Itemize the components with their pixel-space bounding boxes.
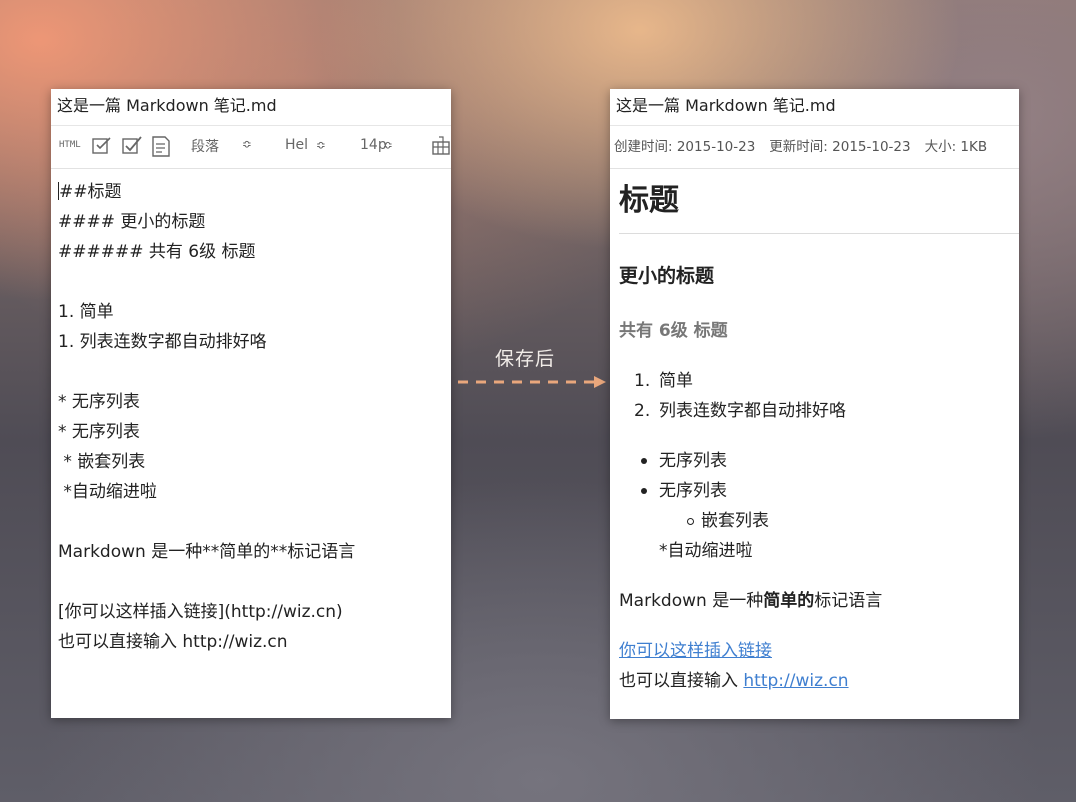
source-line — [58, 357, 451, 387]
editor-title: 这是一篇 Markdown 笔记.md — [51, 89, 451, 126]
file-size: 大小: 1KB — [924, 139, 988, 155]
preview-edit-icon[interactable] — [91, 135, 113, 161]
list-item: 无序列表 — [619, 476, 1019, 506]
note-meta-bar: 创建时间: 2015-10-23 更新时间: 2015-10-23 大小: 1KB — [610, 126, 1019, 169]
heading-h4: 更小的标题 — [619, 265, 715, 287]
text-caret — [58, 182, 59, 200]
inserted-link[interactable]: 你可以这样插入链接 — [619, 641, 772, 661]
source-line: #### 更小的标题 — [58, 212, 206, 232]
font-family-select[interactable]: Hel — [285, 137, 308, 153]
source-line — [58, 507, 451, 537]
bullet-icon — [641, 458, 647, 464]
unordered-list: 无序列表 无序列表 嵌套列表 *自动缩进啦 — [619, 446, 1019, 566]
paragraph-chevron-icon[interactable]: ≎ — [242, 137, 252, 151]
bold-text: 简单的 — [763, 591, 815, 611]
size-chevron-icon[interactable]: ≎ — [383, 138, 393, 152]
preview-title: 这是一篇 Markdown 笔记.md — [610, 89, 1019, 126]
nested-list-item: 嵌套列表 — [619, 506, 1019, 536]
link-paragraph: 你可以这样插入链接 — [619, 636, 1019, 666]
arrow-right-icon — [458, 376, 606, 388]
hollow-bullet-icon — [687, 518, 694, 525]
markdown-source-text[interactable]: ##标题 #### 更小的标题 ###### 共有 6级 标题 1. 简单 1. 列表连… — [51, 169, 451, 657]
updated-time: 更新时间: 2015-10-23 — [769, 139, 911, 155]
source-line: ###### 共有 6级 标题 — [58, 242, 256, 262]
source-line: * 无序列表 — [58, 392, 140, 412]
source-line: * 无序列表 — [58, 422, 140, 442]
list-item: 1. 简单 — [634, 371, 693, 391]
source-line: 1. 列表连数字都自动排好咯 — [58, 332, 267, 352]
ordered-list: 1. 简单 2. 列表连数字都自动排好咯 — [619, 366, 1019, 426]
source-line: ##标题 — [58, 182, 122, 202]
markdown-editor-window: 这是一篇 Markdown 笔记.md HTML 段落 ≎ Hel ≎ 14p … — [51, 89, 451, 718]
nested-plain-text: *自动缩进啦 — [659, 541, 753, 561]
source-line: Markdown 是一种**简单的**标记语言 — [58, 542, 356, 562]
font-chevron-icon[interactable]: ≎ — [316, 138, 326, 152]
table-icon[interactable] — [431, 134, 451, 162]
editor-toolbar: HTML 段落 ≎ Hel ≎ 14p ≎ — [51, 126, 451, 169]
outline-list-icon[interactable] — [150, 135, 174, 163]
source-line: *自动缩进啦 — [58, 482, 157, 502]
source-line: [你可以这样插入链接](http://wiz.cn) — [58, 602, 343, 622]
source-line: * 嵌套列表 — [58, 452, 146, 472]
rendered-preview-window: 这是一篇 Markdown 笔记.md 创建时间: 2015-10-23 更新时间… — [610, 89, 1019, 719]
list-item: 2. 列表连数字都自动排好咯 — [634, 401, 846, 421]
direct-url-paragraph: 也可以直接输入 http://wiz.cn — [619, 671, 849, 691]
after-save-label: 保存后 — [495, 348, 556, 370]
bullet-icon — [641, 488, 647, 494]
source-line — [58, 567, 451, 597]
paragraph-style-select[interactable]: 段落 — [191, 136, 219, 156]
html-view-button[interactable]: HTML — [59, 140, 81, 150]
source-line — [58, 267, 451, 297]
checkbox-icon[interactable] — [121, 135, 143, 161]
heading-h6: 共有 6级 标题 — [619, 321, 728, 341]
source-line: 也可以直接输入 http://wiz.cn — [58, 632, 288, 652]
heading-h1: 标题 — [619, 169, 1019, 234]
list-item: 无序列表 — [619, 446, 1019, 476]
rendered-content: 标题 更小的标题 共有 6级 标题 1. 简单 2. 列表连数字都自动排好咯 无序列… — [610, 169, 1019, 696]
created-time: 创建时间: 2015-10-23 — [614, 139, 756, 155]
paragraph: Markdown 是一种简单的标记语言 — [619, 591, 883, 611]
direct-url-link[interactable]: http://wiz.cn — [743, 671, 848, 691]
source-line: 1. 简单 — [58, 302, 114, 322]
